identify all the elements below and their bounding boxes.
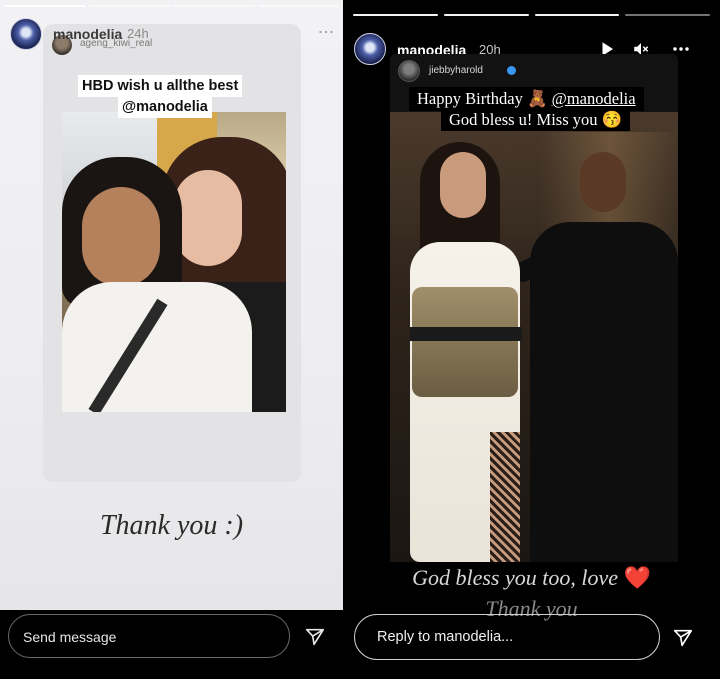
progress-segment bbox=[625, 14, 710, 16]
progress-segment bbox=[4, 5, 86, 7]
send-icon[interactable] bbox=[671, 627, 695, 649]
story-comparison: ageng_kiwi_real manodelia 24h ⋮ HBD wish… bbox=[0, 0, 720, 679]
caption-text: Happy Birthday 🧸 bbox=[417, 89, 552, 108]
story-caption-line1: Happy Birthday 🧸 @manodelia bbox=[409, 87, 644, 111]
story-photo bbox=[62, 112, 286, 412]
progress-segment bbox=[257, 5, 339, 7]
author-avatar[interactable] bbox=[354, 33, 386, 65]
progress-segment bbox=[443, 14, 529, 16]
send-icon[interactable] bbox=[304, 626, 326, 648]
send-message-input[interactable]: Send message bbox=[8, 614, 290, 658]
left-progress-bars bbox=[4, 5, 339, 7]
progress-segment bbox=[173, 5, 255, 7]
more-icon[interactable]: ⋮ bbox=[316, 24, 335, 39]
reply-placeholder: Reply to manodelia... bbox=[377, 629, 514, 645]
story-photo bbox=[390, 112, 678, 562]
progress-segment bbox=[88, 5, 170, 7]
reply-line1: God bless you too, love bbox=[412, 565, 618, 590]
message-placeholder: Send message bbox=[23, 629, 117, 645]
author-username[interactable]: manodelia bbox=[53, 26, 122, 42]
story-caption: HBD wish u allthe best bbox=[78, 75, 243, 97]
right-progress-bars bbox=[353, 14, 710, 16]
left-story: ageng_kiwi_real manodelia 24h ⋮ HBD wish… bbox=[0, 0, 343, 679]
story-reply-text: Thank you :) bbox=[99, 510, 244, 541]
progress-segment bbox=[353, 14, 438, 16]
shared-from-avatar[interactable] bbox=[398, 60, 420, 82]
shared-from-username[interactable]: jiebbyharold bbox=[429, 65, 483, 76]
story-reply-text: God bless you too, love ❤️ bbox=[343, 565, 720, 591]
progress-segment bbox=[534, 14, 620, 16]
heart-icon: ❤️ bbox=[623, 565, 651, 590]
right-story: manodelia 20h jiebbyharold Happy Birthda… bbox=[343, 0, 720, 679]
reply-input[interactable]: Reply to manodelia... bbox=[354, 614, 660, 660]
story-caption-line2: God bless u! Miss you 😚 bbox=[441, 109, 631, 131]
story-timestamp: 24h bbox=[127, 26, 149, 41]
caption-mention[interactable]: @manodelia bbox=[118, 96, 212, 118]
caption-mention[interactable]: @manodelia bbox=[552, 89, 636, 108]
verified-badge-icon bbox=[507, 66, 516, 75]
author-avatar[interactable] bbox=[10, 18, 42, 50]
